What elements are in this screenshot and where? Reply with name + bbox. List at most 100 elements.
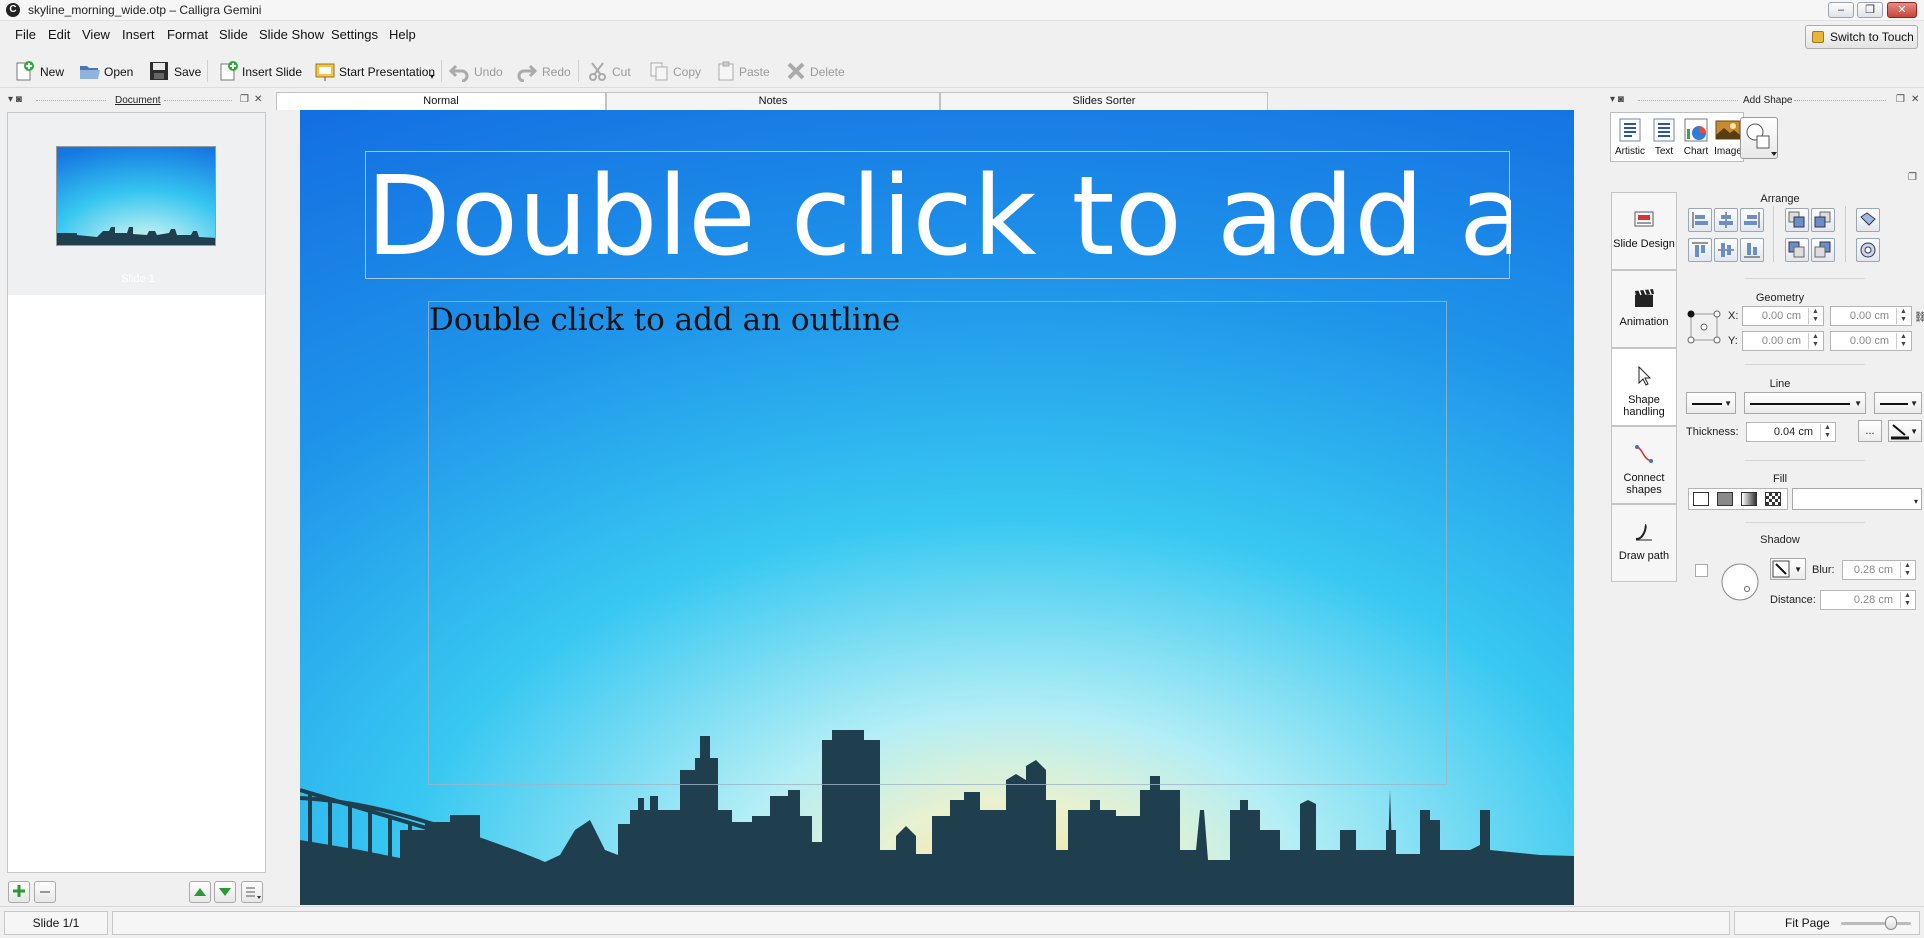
x-position-field[interactable]: 0.00 cm ▲ ▼ (1742, 306, 1824, 326)
send-backward-button[interactable] (1785, 238, 1809, 262)
more-shapes-button[interactable] (1740, 117, 1778, 159)
text-tool[interactable]: Text (1647, 117, 1681, 161)
dock-menu-icon[interactable]: ▾ ◙ (1610, 94, 1624, 105)
send-to-back-button[interactable] (1811, 238, 1835, 262)
anchor-point-selector[interactable] (1686, 309, 1722, 345)
save-button[interactable]: Save (146, 58, 201, 84)
move-slide-down-button[interactable] (214, 881, 236, 903)
menu-format[interactable]: Format (167, 27, 208, 42)
dock-menu-icon[interactable]: ▾ ◙ (8, 94, 22, 105)
tab-slide-design[interactable]: Slide Design (1611, 192, 1677, 270)
slide-canvas[interactable]: Double click to add a Double click to ad… (300, 110, 1574, 905)
tool-options-float-icon[interactable]: ❐ (1908, 172, 1917, 183)
y-position-field[interactable]: 0.00 cm ▲ ▼ (1742, 331, 1824, 351)
switch-to-touch-button[interactable]: Switch to Touch (1805, 25, 1918, 49)
redo-button[interactable]: Redo (514, 58, 572, 84)
line-end-style-dropdown[interactable]: ▼ (1874, 392, 1922, 414)
align-middle-button[interactable] (1714, 238, 1738, 262)
line-style-dropdown[interactable]: ▼ (1744, 392, 1866, 414)
shadow-color-button[interactable]: ▼ (1770, 558, 1806, 580)
align-left-button[interactable] (1688, 208, 1712, 232)
outline-placeholder-text[interactable]: Double click to add an outline (429, 302, 900, 338)
spin-arrows-icon[interactable]: ▲ ▼ (1808, 333, 1822, 349)
fill-solid-button[interactable] (1717, 492, 1733, 506)
tab-shape-handling[interactable]: Shape handling (1611, 348, 1677, 426)
title-placeholder-text[interactable]: Double click to add a (366, 152, 1511, 280)
artistic-text-tool[interactable]: Artistic (1613, 117, 1647, 161)
new-button[interactable]: New (12, 58, 64, 84)
bring-forward-button[interactable] (1785, 208, 1809, 232)
dock-float-icon[interactable]: ❐ (1896, 94, 1905, 105)
spin-arrows-icon[interactable]: ▲ ▼ (1820, 424, 1834, 440)
paste-button[interactable]: Paste (713, 58, 773, 84)
line-color-button[interactable]: ▼ (1888, 420, 1922, 442)
thickness-field[interactable]: 0.04 cm ▲ ▼ (1746, 422, 1836, 442)
align-bottom-button[interactable] (1740, 238, 1764, 262)
fill-gradient-button[interactable] (1741, 492, 1757, 506)
menu-edit[interactable]: Edit (48, 27, 70, 42)
menu-settings[interactable]: Settings (331, 27, 378, 42)
cut-button[interactable]: Cut (585, 58, 635, 84)
align-top-button[interactable] (1688, 238, 1712, 262)
spin-arrows-icon[interactable]: ▲ ▼ (1900, 592, 1914, 608)
add-slide-button[interactable] (8, 881, 30, 903)
height-field[interactable]: 0.00 cm ▲ ▼ (1830, 331, 1912, 351)
zoom-slider-track[interactable] (1841, 922, 1911, 925)
slide-list-view-button[interactable] (241, 881, 263, 903)
menu-insert[interactable]: Insert (122, 27, 155, 42)
dock-close-icon[interactable]: ✕ (1911, 94, 1919, 105)
move-slide-up-button[interactable] (189, 881, 211, 903)
shadow-direction-dial[interactable] (1720, 562, 1760, 602)
width-field[interactable]: 0.00 cm ▲ ▼ (1830, 306, 1912, 326)
zoom-slider-handle[interactable] (1885, 916, 1897, 930)
tab-animation[interactable]: Animation (1611, 270, 1677, 348)
shadow-enable-checkbox[interactable] (1695, 564, 1708, 577)
align-center-button[interactable] (1714, 208, 1738, 232)
align-right-button[interactable] (1740, 208, 1764, 232)
tab-normal[interactable]: Normal (276, 92, 606, 110)
dock-float-icon[interactable]: ❐ (240, 94, 249, 105)
tab-notes[interactable]: Notes (606, 92, 940, 110)
fill-pattern-button[interactable] (1765, 492, 1781, 506)
slide-thumbnail[interactable] (56, 146, 216, 246)
dock-close-icon[interactable]: ✕ (254, 94, 262, 105)
ungroup-button[interactable] (1856, 238, 1880, 262)
copy-button[interactable]: Copy (646, 58, 702, 84)
open-button[interactable]: Open (76, 58, 133, 84)
fill-none-button[interactable] (1693, 492, 1709, 506)
slide-list-item[interactable]: Slide 1 (8, 113, 265, 295)
outline-placeholder-box[interactable]: Double click to add an outline (428, 301, 1447, 785)
remove-slide-button[interactable] (34, 881, 56, 903)
tab-draw-path[interactable]: Draw path (1611, 504, 1677, 582)
spin-arrows-icon[interactable]: ▲ ▼ (1896, 308, 1910, 324)
spin-arrows-icon[interactable]: ▲ ▼ (1896, 333, 1910, 349)
group-button[interactable] (1856, 208, 1880, 232)
undo-button[interactable]: Undo (446, 58, 504, 84)
chart-tool[interactable]: Chart (1679, 117, 1713, 161)
spin-arrows-icon[interactable]: ▲ ▼ (1808, 308, 1822, 324)
shadow-blur-field[interactable]: 0.28 cm ▲ ▼ (1842, 560, 1916, 580)
close-button[interactable]: ✕ (1887, 2, 1917, 18)
insert-slide-button[interactable]: Insert Slide (216, 58, 302, 84)
title-placeholder-box[interactable]: Double click to add a (365, 151, 1511, 280)
menu-file[interactable]: File (15, 27, 36, 42)
tab-connect-shapes[interactable]: Connect shapes (1611, 426, 1677, 504)
delete-button[interactable]: Delete (783, 58, 847, 84)
tab-slides-sorter[interactable]: Slides Sorter (940, 92, 1268, 110)
menu-help[interactable]: Help (389, 27, 416, 42)
line-start-style-dropdown[interactable]: ▼ (1686, 392, 1736, 414)
fill-color-dropdown[interactable]: ▾ (1792, 488, 1922, 510)
bring-to-front-button[interactable] (1811, 208, 1835, 232)
menu-slide[interactable]: Slide (219, 27, 248, 42)
minimize-button[interactable]: – (1828, 2, 1854, 18)
menu-view[interactable]: View (82, 27, 110, 42)
menu-slide-show[interactable]: Slide Show (259, 27, 324, 42)
maximize-button[interactable]: ❐ (1857, 2, 1883, 18)
line-more-options-button[interactable]: ... (1858, 420, 1882, 442)
aspect-lock-icon[interactable]: ⛓ (1914, 312, 1924, 323)
start-presentation-button[interactable]: Start Presentation ▾ (312, 58, 438, 84)
zoom-mode-label[interactable]: Fit Page (1785, 912, 1830, 934)
shadow-distance-field[interactable]: 0.28 cm ▲ ▼ (1820, 590, 1916, 610)
spin-arrows-icon[interactable]: ▲ ▼ (1900, 562, 1914, 578)
folder-open-icon (80, 66, 100, 79)
